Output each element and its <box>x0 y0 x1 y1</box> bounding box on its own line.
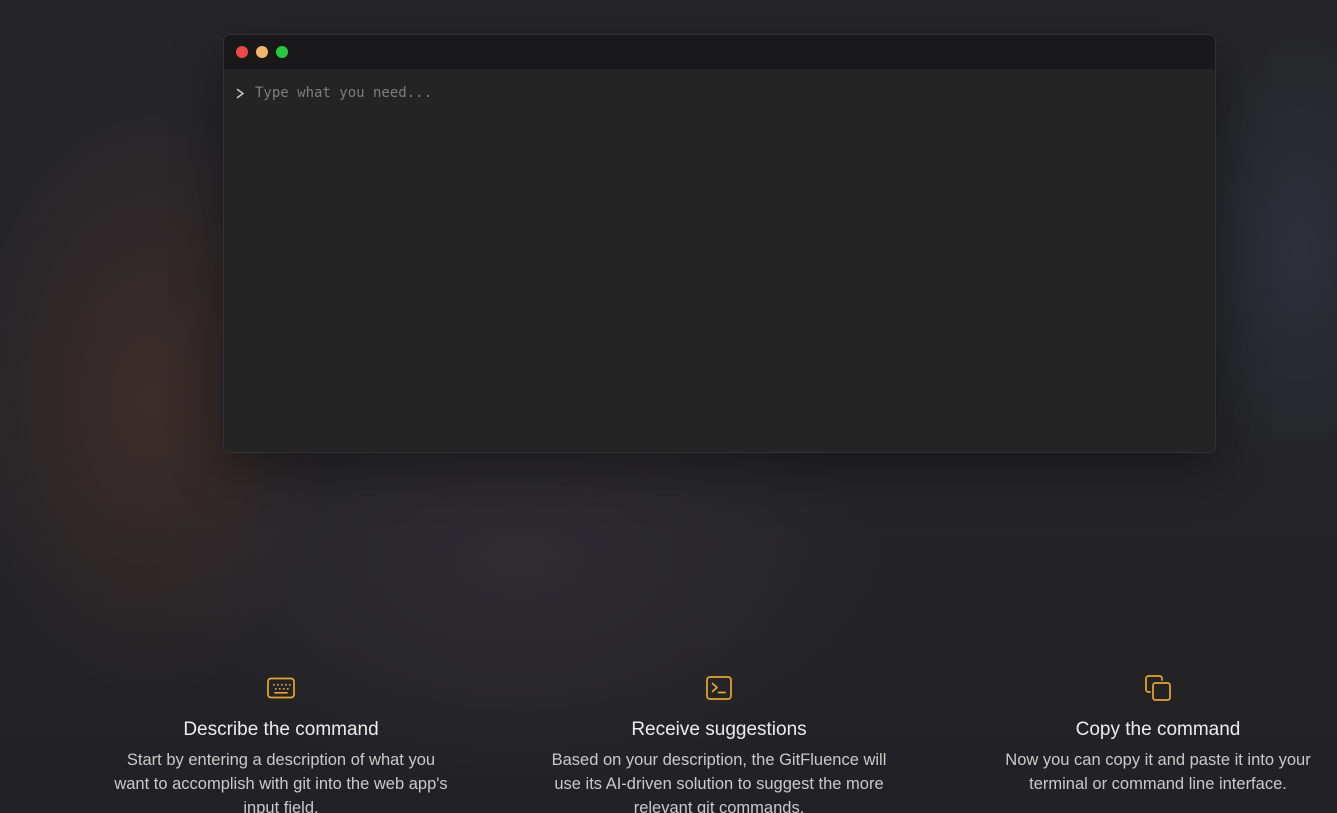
keyboard-icon <box>267 677 295 699</box>
feature-receive: Receive suggestions Based on your descri… <box>549 672 889 813</box>
minimize-dot[interactable] <box>256 46 268 58</box>
prompt-row <box>224 69 1215 101</box>
prompt-chevron-icon <box>236 88 248 99</box>
feature-title: Copy the command <box>1075 719 1241 740</box>
feature-title: Receive suggestions <box>631 719 807 740</box>
command-description-input[interactable] <box>255 85 1195 101</box>
feature-description: Now you can copy it and paste it into yo… <box>1005 751 1311 793</box>
terminal-titlebar <box>224 35 1215 69</box>
feature-description: Start by entering a description of what … <box>114 751 448 813</box>
terminal-window <box>223 34 1216 453</box>
terminal-icon <box>706 676 732 700</box>
feature-copy: Copy the command Now you can copy it and… <box>988 672 1328 796</box>
feature-description: Based on your description, the GitFluenc… <box>551 751 887 813</box>
maximize-dot[interactable] <box>276 46 288 58</box>
feature-title: Describe the command <box>183 719 379 740</box>
feature-describe: Describe the command Start by entering a… <box>111 672 451 813</box>
copy-icon <box>1145 675 1171 701</box>
close-dot[interactable] <box>236 46 248 58</box>
